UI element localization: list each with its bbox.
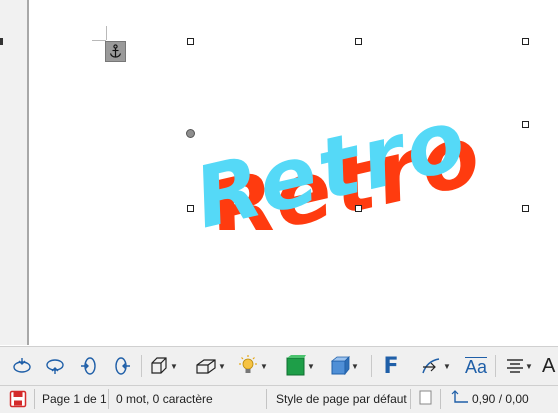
status-separator [108, 389, 109, 409]
status-bar: Page 1 de 1 0 mot, 0 caractère Style de … [0, 385, 558, 413]
status-separator [410, 389, 411, 409]
position-readout: 0,90 / 0,00 [472, 392, 529, 406]
surface-icon[interactable]: ▼ [280, 353, 320, 379]
selection-handle-bottom-left[interactable] [187, 205, 194, 212]
fontwork-object[interactable]: Retro Retro [175, 50, 558, 230]
page-style-status[interactable]: Style de page par défaut [276, 392, 407, 406]
align-text-icon[interactable]: ▼ [500, 353, 538, 379]
depth-icon[interactable]: ▼ [146, 353, 180, 379]
fontwork-same-letter-heights-icon[interactable]: Aa [462, 353, 490, 379]
document-modified-icon[interactable] [418, 388, 434, 409]
anchor-icon[interactable] [105, 41, 126, 62]
tilt-left-icon[interactable] [76, 353, 102, 379]
selection-handle-top[interactable] [355, 38, 362, 45]
tilt-down-icon[interactable] [9, 353, 35, 379]
3d-color-icon[interactable]: ▼ [324, 353, 364, 379]
fontwork-3d-toolbar: ▼ ▼ ▼ ▼ ▼ F ▼ Aa ▼ A [0, 346, 558, 385]
direction-icon[interactable]: ▼ [190, 353, 230, 379]
status-separator [440, 389, 441, 409]
selection-handle-top-left[interactable] [187, 38, 194, 45]
status-separator [34, 389, 35, 409]
rotation-handle[interactable] [186, 129, 195, 138]
crop-mark-horizontal [92, 40, 106, 41]
status-separator [266, 389, 267, 409]
fontwork-shape-icon[interactable]: F [378, 353, 404, 379]
toolbar-separator [371, 355, 372, 377]
toolbar-separator [495, 355, 496, 377]
save-status-icon[interactable] [9, 390, 27, 411]
crop-mark-vertical [106, 26, 107, 40]
lighting-icon[interactable]: ▼ [234, 353, 270, 379]
fontwork-alignment-icon[interactable]: ▼ [412, 353, 458, 379]
document-background [0, 0, 27, 345]
word-count-status[interactable]: 0 mot, 0 caractère [116, 392, 213, 406]
selection-handle-bottom[interactable] [355, 205, 362, 212]
selection-handle-top-right[interactable] [522, 38, 529, 45]
character-spacing-icon[interactable]: A [542, 353, 558, 379]
selection-handle-right[interactable] [522, 121, 529, 128]
tilt-right-icon[interactable] [109, 353, 135, 379]
page-number-status[interactable]: Page 1 de 1 [42, 392, 107, 406]
position-icon [451, 390, 469, 409]
margin-marker [0, 38, 3, 45]
toolbar-separator [141, 355, 142, 377]
tilt-up-icon[interactable] [42, 353, 68, 379]
selection-handle-bottom-right[interactable] [522, 205, 529, 212]
